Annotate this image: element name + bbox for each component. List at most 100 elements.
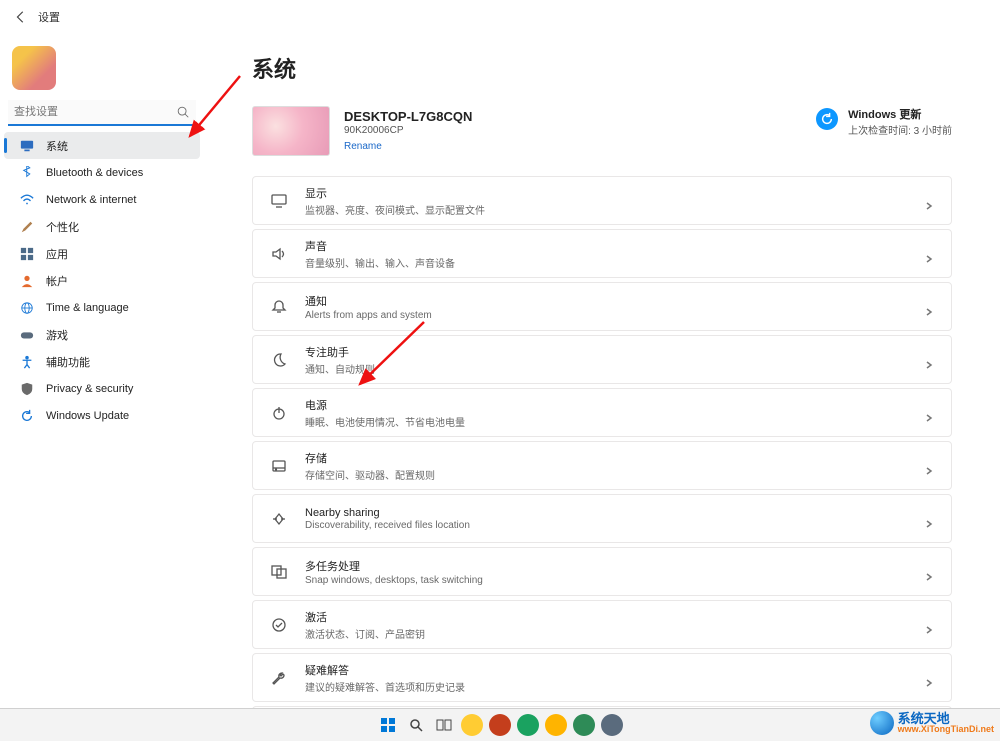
sidebar-item-label: 系统 bbox=[46, 138, 68, 154]
settings-item-title: 多任务处理 bbox=[305, 558, 907, 574]
chevron-right-icon bbox=[925, 356, 933, 364]
sync-icon bbox=[816, 108, 838, 130]
windows-update-status[interactable]: Windows 更新 上次检查时间: 3 小时前 bbox=[816, 106, 952, 137]
chevron-right-icon bbox=[925, 674, 933, 682]
sidebar-item-personalization[interactable]: 个性化 bbox=[4, 213, 200, 240]
chevron-right-icon bbox=[925, 250, 933, 258]
settings-item-subtitle: 存储空间、驱动器、配置规则 bbox=[305, 467, 907, 482]
chevron-right-icon bbox=[925, 621, 933, 629]
sidebar-item-time[interactable]: Time & language bbox=[4, 294, 200, 321]
device-name: DESKTOP-L7G8CQN bbox=[344, 109, 472, 124]
wifi-icon bbox=[20, 193, 34, 207]
chevron-right-icon bbox=[925, 515, 933, 523]
accessibility-icon bbox=[20, 355, 34, 369]
page-title: 系统 bbox=[252, 52, 952, 84]
sidebar-item-label: Windows Update bbox=[46, 410, 129, 422]
settings-item-title: 疑难解答 bbox=[305, 662, 907, 678]
settings-item-display[interactable]: 显示监视器、亮度、夜间模式、显示配置文件 bbox=[252, 176, 952, 225]
settings-item-subtitle: 建议的疑难解答、首选项和历史记录 bbox=[305, 679, 907, 694]
main-content: 系统 DESKTOP-L7G8CQN 90K20006CP Rename Win… bbox=[204, 34, 1000, 741]
sidebar-item-privacy[interactable]: Privacy & security bbox=[4, 375, 200, 402]
back-icon[interactable] bbox=[14, 10, 28, 24]
settings-item-title: 存储 bbox=[305, 450, 907, 466]
shield-icon bbox=[20, 382, 34, 396]
taskbar[interactable] bbox=[0, 708, 1000, 741]
device-model: 90K20006CP bbox=[344, 125, 472, 136]
settings-item-subtitle: 激活状态、订阅、产品密钥 bbox=[305, 626, 907, 641]
settings-item-notify[interactable]: 通知Alerts from apps and system bbox=[252, 282, 952, 331]
settings-item-power[interactable]: 电源睡眠、电池使用情况、节省电池电量 bbox=[252, 388, 952, 437]
taskbar-edge-icon[interactable] bbox=[545, 714, 567, 736]
settings-item-activation[interactable]: 激活激活状态、订阅、产品密钥 bbox=[252, 600, 952, 649]
watermark-url: www.XiTongTianDi.net bbox=[898, 725, 994, 734]
watermark-globe-icon bbox=[870, 711, 894, 735]
sidebar-item-network[interactable]: Network & internet bbox=[4, 186, 200, 213]
settings-item-subtitle: 监视器、亮度、夜间模式、显示配置文件 bbox=[305, 202, 907, 217]
settings-item-storage[interactable]: 存储存储空间、驱动器、配置规则 bbox=[252, 441, 952, 490]
search-icon bbox=[176, 105, 190, 119]
search-input[interactable] bbox=[8, 100, 196, 124]
taskbar-explorer-icon[interactable] bbox=[461, 714, 483, 736]
title-bar: 设置 bbox=[0, 0, 1000, 34]
sidebar-item-label: 游戏 bbox=[46, 327, 68, 343]
settings-item-title: 通知 bbox=[305, 293, 907, 309]
sidebar-item-label: 辅助功能 bbox=[46, 354, 90, 370]
sidebar-item-accessibility[interactable]: 辅助功能 bbox=[4, 348, 200, 375]
update-subtitle: 上次检查时间: 3 小时前 bbox=[848, 122, 952, 137]
settings-item-multitask[interactable]: 多任务处理Snap windows, desktops, task switch… bbox=[252, 547, 952, 596]
nav-list: 系统 Bluetooth & devices Network & internet 个… bbox=[0, 132, 204, 429]
sidebar: 系统 Bluetooth & devices Network & internet 个… bbox=[0, 34, 204, 741]
nearby-icon bbox=[271, 511, 287, 527]
sidebar-item-label: 应用 bbox=[46, 246, 68, 262]
power-icon bbox=[271, 405, 287, 421]
update-title: Windows 更新 bbox=[848, 106, 952, 122]
moon-icon bbox=[271, 352, 287, 368]
settings-item-title: 专注助手 bbox=[305, 344, 907, 360]
sidebar-item-system[interactable]: 系统 bbox=[4, 132, 200, 159]
check-icon bbox=[271, 617, 287, 633]
settings-item-troubleshoot[interactable]: 疑难解答建议的疑难解答、首选项和历史记录 bbox=[252, 653, 952, 702]
rename-link[interactable]: Rename bbox=[344, 141, 382, 152]
device-thumbnail bbox=[252, 106, 330, 156]
settings-item-title: 电源 bbox=[305, 397, 907, 413]
window-title: 设置 bbox=[38, 9, 60, 25]
sidebar-item-update[interactable]: Windows Update bbox=[4, 402, 200, 429]
taskbar-taskview-icon[interactable] bbox=[433, 714, 455, 736]
display-icon bbox=[271, 193, 287, 209]
user-avatar[interactable] bbox=[12, 46, 56, 90]
sidebar-item-bluetooth[interactable]: Bluetooth & devices bbox=[4, 159, 200, 186]
sound-icon bbox=[271, 246, 287, 262]
sidebar-item-accounts[interactable]: 帐户 bbox=[4, 267, 200, 294]
chevron-right-icon bbox=[925, 197, 933, 205]
chevron-right-icon bbox=[925, 568, 933, 576]
sidebar-item-label: Network & internet bbox=[46, 194, 136, 206]
person-icon bbox=[20, 274, 34, 288]
search-field[interactable] bbox=[8, 100, 196, 126]
taskbar-browser2-icon[interactable] bbox=[573, 714, 595, 736]
sidebar-item-apps[interactable]: 应用 bbox=[4, 240, 200, 267]
taskbar-chrome-icon[interactable] bbox=[517, 714, 539, 736]
taskbar-settings-icon[interactable] bbox=[601, 714, 623, 736]
bluetooth-icon bbox=[20, 166, 34, 180]
sidebar-item-label: Privacy & security bbox=[46, 383, 133, 395]
monitor-icon bbox=[20, 139, 34, 153]
taskbar-office-icon[interactable] bbox=[489, 714, 511, 736]
multitask-icon bbox=[271, 564, 287, 580]
taskbar-start-icon[interactable] bbox=[377, 714, 399, 736]
settings-item-subtitle: 睡眠、电池使用情况、节省电池电量 bbox=[305, 414, 907, 429]
apps-icon bbox=[20, 247, 34, 261]
settings-item-nearby[interactable]: Nearby sharingDiscoverability, received … bbox=[252, 494, 952, 543]
sync-icon bbox=[20, 409, 34, 423]
brush-icon bbox=[20, 220, 34, 234]
settings-item-title: 激活 bbox=[305, 609, 907, 625]
wrench-icon bbox=[271, 670, 287, 686]
storage-icon bbox=[271, 458, 287, 474]
chevron-right-icon bbox=[925, 303, 933, 311]
globe-icon bbox=[20, 301, 34, 315]
settings-item-focus[interactable]: 专注助手通知、自动规则 bbox=[252, 335, 952, 384]
taskbar-search-icon[interactable] bbox=[405, 714, 427, 736]
sidebar-item-gaming[interactable]: 游戏 bbox=[4, 321, 200, 348]
sidebar-item-label: 帐户 bbox=[46, 273, 68, 289]
settings-item-sound[interactable]: 声音音量级别、输出、输入、声音设备 bbox=[252, 229, 952, 278]
device-info: DESKTOP-L7G8CQN 90K20006CP Rename bbox=[252, 106, 472, 156]
